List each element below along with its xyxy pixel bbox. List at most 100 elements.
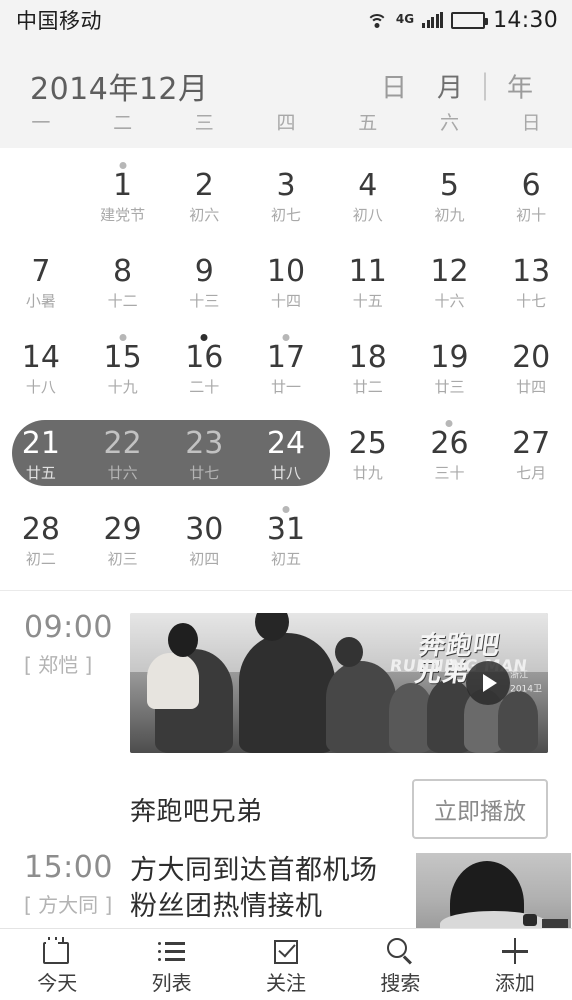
tab-day[interactable]: 日 [366, 68, 422, 105]
day-lunar: 初二 [25, 550, 56, 568]
event-item-1500[interactable]: 15:00 [ 方大同 ] 方大同到达首都机场粉丝团热情接机 [0, 839, 572, 931]
tab-year[interactable]: 年 [492, 68, 548, 105]
event-dot-icon [445, 420, 453, 427]
day-cell-16[interactable]: 16 二十 [163, 326, 245, 412]
day-cell-17[interactable]: 17 廿一 [245, 326, 327, 412]
channel-tag-line-2: 2014卫 [510, 684, 542, 694]
thumbnail-figure [238, 633, 335, 753]
day-cell-27[interactable]: 27 七月 [490, 412, 572, 498]
day-number: 19 [430, 340, 469, 375]
day-cell-19[interactable]: 19 廿三 [409, 326, 491, 412]
tab-follow[interactable]: 关注 [229, 936, 343, 993]
day-number: 9 [194, 254, 214, 289]
day-cell-22[interactable]: 22 廿六 [82, 412, 164, 498]
event-content: 奔跑吧 兄弟 RUNNING MAN 浙江 2014卫 奔跑吧兄弟 立即播放 [130, 613, 572, 839]
battery-icon [451, 11, 489, 29]
day-lunar: 十六 [434, 292, 465, 310]
day-number: 3 [276, 168, 296, 203]
event-thumbnail[interactable] [416, 853, 571, 931]
day-cell-11[interactable]: 11 十五 [327, 240, 409, 326]
thumbnail-figure [497, 691, 538, 753]
weekday-header-row: 一 二 三 四 五 六 日 [0, 108, 572, 148]
network-type-label: 4G [395, 11, 415, 26]
play-now-button[interactable]: 立即播放 [412, 779, 548, 839]
day-lunar: 廿八 [271, 464, 302, 482]
day-cell-30[interactable]: 30 初四 [163, 498, 245, 584]
tab-divider [484, 72, 486, 100]
day-cell-4[interactable]: 4 初八 [327, 154, 409, 240]
day-lunar: 小暑 [25, 292, 56, 310]
day-cell-10[interactable]: 10 十四 [245, 240, 327, 326]
thumbnail-figure [326, 661, 397, 753]
event-dot-icon [119, 334, 127, 341]
day-number: 1 [113, 168, 133, 203]
day-lunar: 十三 [189, 292, 220, 310]
day-lunar: 十四 [271, 292, 302, 310]
day-cell-28[interactable]: 28 初二 [0, 498, 82, 584]
tab-list-label: 列表 [151, 971, 192, 995]
day-cell-3[interactable]: 3 初七 [245, 154, 327, 240]
tab-month[interactable]: 月 [422, 68, 478, 105]
event-footer: 奔跑吧兄弟 立即播放 [130, 779, 548, 839]
event-time-column: 15:00 [ 方大同 ] [0, 853, 130, 931]
weekday-tue: 二 [113, 112, 133, 134]
search-icon [385, 936, 415, 966]
day-lunar: 廿五 [25, 464, 56, 482]
page-title: 2014年12月 [30, 72, 209, 107]
day-cell-14[interactable]: 14 十八 [0, 326, 82, 412]
day-cell-24[interactable]: 24 廿八 [245, 412, 327, 498]
event-title: 奔跑吧兄弟 [130, 796, 263, 827]
day-cell-9[interactable]: 9 十三 [163, 240, 245, 326]
thumbnail-figure-head [167, 623, 198, 657]
day-cell-23[interactable]: 23 廿七 [163, 412, 245, 498]
day-lunar: 廿九 [352, 464, 383, 482]
week-row: 14 十八 15 十九 16 二十 17 廿一 18 廿二 19 廿三 20 廿… [0, 326, 572, 412]
day-cell-29[interactable]: 29 初三 [82, 498, 164, 584]
weekday-fri: 五 [358, 112, 378, 134]
day-cell-20[interactable]: 20 廿四 [490, 326, 572, 412]
day-cell-25[interactable]: 25 廿九 [327, 412, 409, 498]
day-cell-15[interactable]: 15 十九 [82, 326, 164, 412]
event-time-column: 09:00 [ 郑恺 ] [0, 613, 130, 839]
day-lunar: 十八 [25, 378, 56, 396]
day-number: 23 [185, 426, 224, 461]
event-time: 15:00 [24, 850, 113, 885]
thumbnail-detail [541, 918, 568, 928]
day-cell-12[interactable]: 12 十六 [409, 240, 491, 326]
tab-follow-label: 关注 [266, 971, 307, 995]
tab-search[interactable]: 搜索 [343, 936, 457, 993]
day-cell-8[interactable]: 8 十二 [82, 240, 164, 326]
day-cell-empty [490, 498, 572, 584]
day-lunar: 廿一 [271, 378, 302, 396]
day-cell-18[interactable]: 18 廿二 [327, 326, 409, 412]
day-cell-26[interactable]: 26 三十 [409, 412, 491, 498]
day-cell-13[interactable]: 13 十七 [490, 240, 572, 326]
day-lunar: 十七 [516, 292, 547, 310]
day-cell-31[interactable]: 31 初五 [245, 498, 327, 584]
tab-today[interactable]: 今天 [0, 936, 114, 993]
day-lunar: 十九 [107, 378, 138, 396]
day-lunar: 初八 [352, 206, 383, 224]
day-cell-5[interactable]: 5 初九 [409, 154, 491, 240]
list-icon [157, 936, 187, 966]
event-item-0900[interactable]: 09:00 [ 郑恺 ] 奔跑吧 兄弟 RUNNING MAN 浙江 2014卫… [0, 591, 572, 839]
day-lunar: 三十 [434, 464, 465, 482]
day-lunar: 廿三 [434, 378, 465, 396]
day-number: 12 [430, 254, 469, 289]
day-cell-1[interactable]: 1 建党节 [82, 154, 164, 240]
day-cell-2[interactable]: 2 初六 [163, 154, 245, 240]
day-number: 31 [266, 512, 306, 547]
play-circle-icon[interactable] [466, 661, 510, 705]
week-row: 7 小暑 8 十二 9 十三 10 十四 11 十五 12 十六 13 十七 [0, 240, 572, 326]
day-cell-21[interactable]: 21 廿五 [0, 412, 82, 498]
day-cell-6[interactable]: 6 初十 [490, 154, 572, 240]
tab-add[interactable]: 添加 [458, 936, 572, 993]
tab-list[interactable]: 列表 [114, 936, 228, 993]
event-list: 09:00 [ 郑恺 ] 奔跑吧 兄弟 RUNNING MAN 浙江 2014卫… [0, 591, 572, 931]
event-dot-icon [282, 506, 290, 513]
event-thumbnail[interactable]: 奔跑吧 兄弟 RUNNING MAN 浙江 2014卫 [130, 613, 548, 753]
day-cell-7[interactable]: 7 小暑 [0, 240, 82, 326]
event-dot-icon [119, 162, 127, 169]
thumbnail-figure-head [334, 637, 363, 667]
day-cell-empty [409, 498, 491, 584]
